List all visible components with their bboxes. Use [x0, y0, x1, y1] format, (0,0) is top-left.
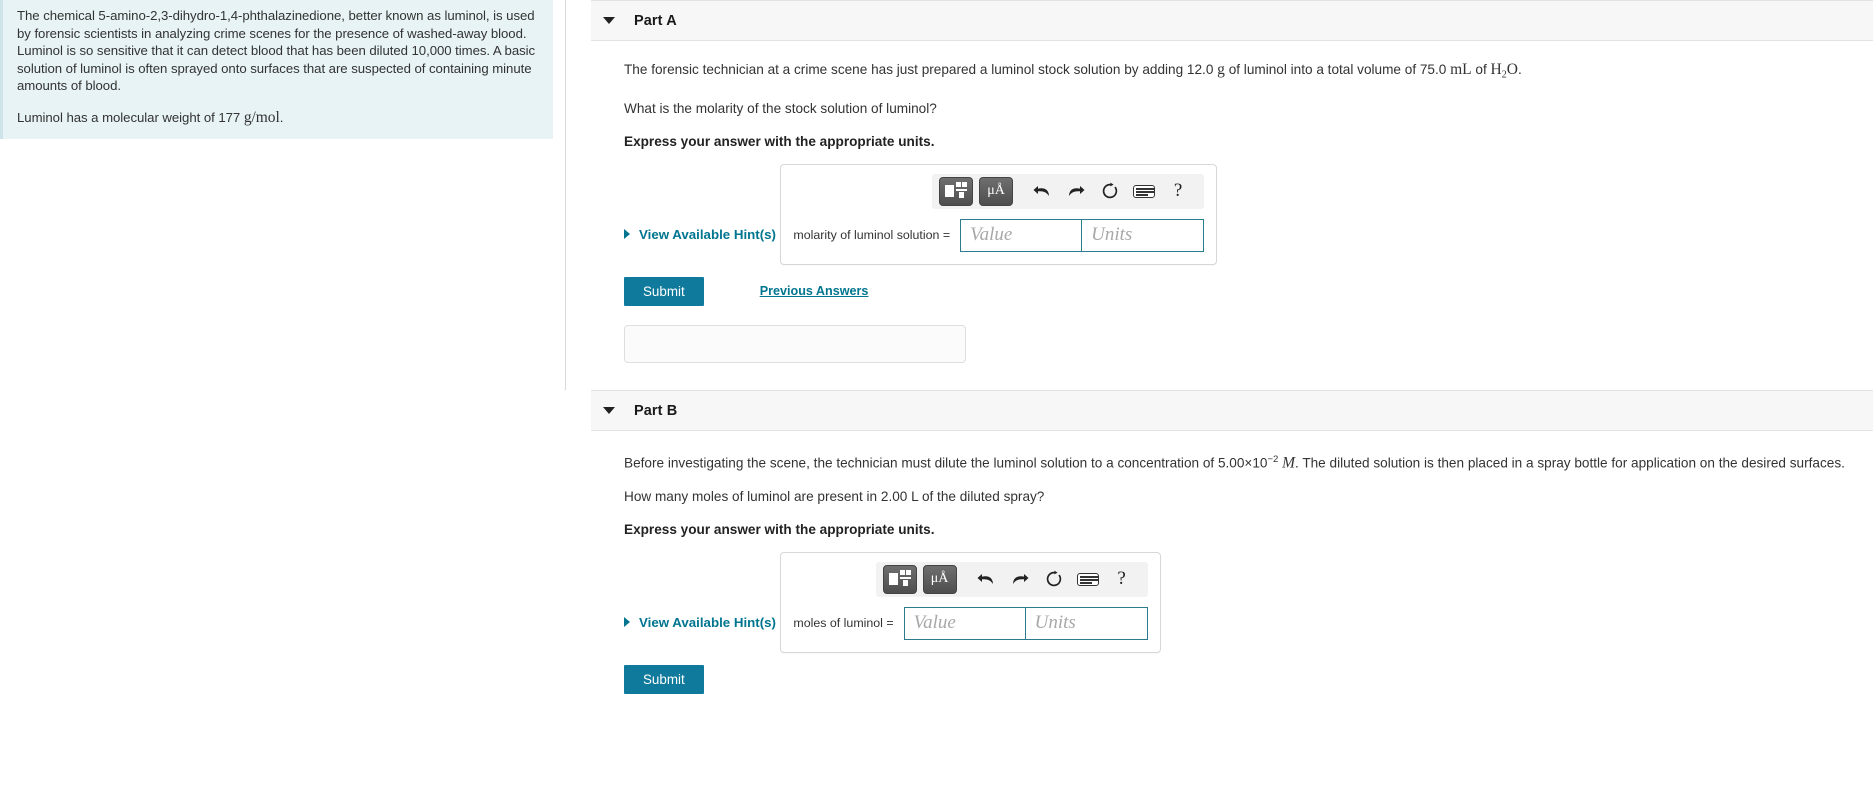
pa-q1-o: O [1506, 61, 1518, 78]
page-root: The chemical 5-amino-2,3-dihydro-1,4-pht… [0, 0, 1875, 795]
part-b-answer-box: μÅ ? moles of luminol = Value Units [780, 551, 1161, 653]
part-a-section: Part A The forensic technician at a crim… [591, 0, 1873, 364]
undo-icon[interactable] [1027, 178, 1057, 204]
pb-q1-post: . The diluted solution is then placed in… [1295, 455, 1845, 471]
mu-angstrom-label: μÅ [930, 571, 949, 587]
part-b-instruction: Express your answer with the appropriate… [624, 521, 935, 537]
help-icon[interactable]: ? [1107, 566, 1137, 592]
mw-prefix-text: Luminol has a molecular weight of 177 [17, 109, 244, 125]
part-b-button-row: Submit [624, 664, 1873, 695]
template-icon[interactable] [882, 564, 917, 594]
pb-q1-pre: Before investigating the scene, the tech… [624, 455, 1268, 471]
part-a-field-row: molarity of luminol solution = Value Uni… [793, 218, 1205, 252]
part-a-button-row: Submit Previous Answers [624, 276, 1873, 307]
part-b-hints-label: View Available Hint(s) [639, 614, 776, 630]
part-b-title: Part B [634, 402, 678, 419]
pa-q1-pre: The forensic technician at a crime scene… [624, 62, 1218, 77]
chevron-down-icon[interactable] [603, 17, 615, 24]
part-a-title: Part A [634, 12, 677, 29]
part-a-view-hints-link[interactable]: View Available Hint(s) [624, 227, 776, 242]
pa-q1-grams: g [1217, 61, 1225, 78]
molecular-weight-line: Luminol has a molecular weight of 177 g/… [17, 109, 539, 127]
pa-q1-ml: mL [1450, 61, 1472, 78]
chevron-right-icon [624, 617, 630, 628]
chevron-right-icon [624, 229, 630, 240]
problem-statement-sidebar: The chemical 5-amino-2,3-dihydro-1,4-pht… [0, 0, 566, 795]
part-b-body: Before investigating the scene, the tech… [591, 431, 1873, 695]
part-b-value-input[interactable]: Value [903, 606, 1026, 640]
part-b-question-prompt: How many moles of luminol are present in… [624, 488, 1045, 504]
part-b-header[interactable]: Part B [591, 390, 1873, 432]
part-b-submit-button[interactable]: Submit [624, 664, 704, 695]
part-a-value-input[interactable]: Value [960, 218, 1083, 252]
part-a-units-input[interactable]: Units [1082, 218, 1205, 252]
part-b-question-statement: Before investigating the scene, the tech… [624, 450, 1873, 473]
main-content: Part A The forensic technician at a crim… [566, 0, 1875, 795]
mw-units-text: g/mol [243, 108, 280, 126]
pa-q1-of: of [1471, 62, 1491, 77]
chevron-down-icon[interactable] [603, 407, 615, 415]
intro-panel: The chemical 5-amino-2,3-dihydro-1,4-pht… [0, 0, 553, 139]
part-a-answer-box: μÅ ? molarity of luminol solution = Valu… [780, 163, 1218, 265]
reset-icon[interactable] [1039, 566, 1069, 592]
part-a-hints-label: View Available Hint(s) [639, 226, 776, 242]
part-a-submit-button[interactable]: Submit [624, 276, 704, 307]
part-a-math-toolbar: μÅ ? [932, 173, 1205, 209]
part-a-previous-answers-link[interactable]: Previous Answers [760, 284, 869, 298]
part-b-view-hints-link[interactable]: View Available Hint(s) [624, 615, 776, 630]
help-icon[interactable]: ? [1163, 178, 1193, 204]
mu-angstrom-label: μÅ [987, 183, 1005, 199]
pa-q1-mid: of luminol into a total volume of 75.0 [1224, 62, 1451, 77]
part-b-units-placeholder: Units [1034, 612, 1076, 634]
pa-q1-h: H [1490, 61, 1502, 78]
part-a-question-statement: The forensic technician at a crime scene… [624, 60, 1873, 85]
redo-icon[interactable] [1061, 178, 1091, 204]
part-a-value-placeholder: Value [970, 224, 1013, 246]
undo-icon[interactable] [971, 566, 1001, 592]
part-a-field-label: molarity of luminol solution = [793, 228, 951, 243]
part-a-question-prompt: What is the molarity of the stock soluti… [624, 100, 937, 116]
pa-q1-end: . [1517, 62, 1522, 77]
part-a-header[interactable]: Part A [591, 0, 1873, 41]
part-a-units-placeholder: Units [1091, 224, 1133, 246]
pb-q1-molarity-symbol: M [1282, 454, 1296, 472]
keyboard-icon[interactable] [1073, 566, 1103, 592]
template-icon[interactable] [939, 176, 974, 206]
units-mu-angstrom-icon[interactable]: μÅ [979, 176, 1014, 206]
part-b-units-input[interactable]: Units [1025, 606, 1148, 640]
part-a-instruction: Express your answer with the appropriate… [624, 133, 935, 149]
keyboard-icon[interactable] [1129, 178, 1159, 204]
part-a-feedback-box [624, 325, 966, 364]
pb-q1-exponent: −2 [1267, 454, 1279, 466]
part-b-field-row: moles of luminol = Value Units [793, 606, 1148, 640]
redo-icon[interactable] [1005, 566, 1035, 592]
units-mu-angstrom-icon[interactable]: μÅ [922, 564, 957, 594]
mw-suffix-text: . [279, 109, 284, 125]
intro-paragraph: The chemical 5-amino-2,3-dihydro-1,4-pht… [17, 8, 536, 94]
part-b-math-toolbar: μÅ ? [875, 561, 1148, 597]
reset-icon[interactable] [1095, 178, 1125, 204]
part-b-section: Part B Before investigating the scene, t… [591, 390, 1873, 695]
part-b-value-placeholder: Value [913, 612, 956, 634]
part-a-body: The forensic technician at a crime scene… [591, 41, 1873, 364]
part-b-field-label: moles of luminol = [793, 616, 894, 631]
